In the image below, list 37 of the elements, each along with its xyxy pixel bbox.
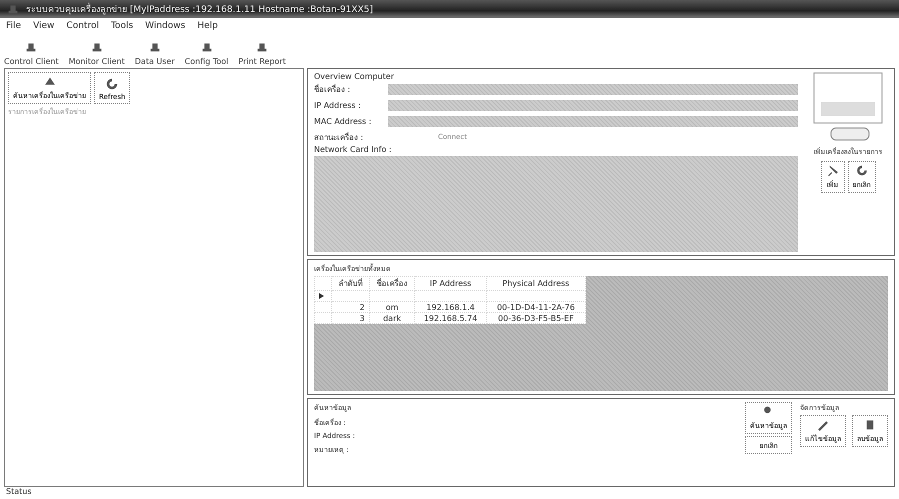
menu-item[interactable]: Windows <box>145 21 186 31</box>
refresh-icon <box>105 77 120 91</box>
column-header[interactable]: Physical Address <box>486 276 586 290</box>
refresh-icon <box>854 164 868 177</box>
computer-icon <box>813 72 883 142</box>
toolbar-button[interactable]: Print Report <box>238 40 286 66</box>
table-cell: 192.168.1.4 <box>414 302 486 312</box>
field-label: สถานะเครื่อง : <box>314 131 364 144</box>
table-cell: 00-36-D3-F5-B5-EF <box>486 312 586 324</box>
status-text: Status <box>5 487 32 498</box>
field-label: IP Address : <box>314 100 362 110</box>
menu-item[interactable]: Tools <box>110 21 134 31</box>
table-cell: om <box>369 302 415 312</box>
text-field[interactable] <box>388 84 798 94</box>
toolbar-button[interactable]: Data User <box>134 40 175 66</box>
column-header[interactable]: IP Address <box>414 276 486 290</box>
field-label: MAC Address : <box>314 116 372 126</box>
column-header[interactable]: ชื่อเครื่อง <box>369 276 415 290</box>
section-title: Overview Computer <box>314 72 395 81</box>
window-title: ระบบควบคุมเครื่องลูกข่าย [MyIPaddress :192.168.1.11 Hostname :Botan-91XX5] <box>26 2 373 16</box>
table-cell: dark <box>369 312 415 324</box>
toolbar-button[interactable]: Monitor Client <box>68 40 125 66</box>
text-field[interactable] <box>388 100 798 110</box>
menu-item[interactable]: Help <box>197 21 218 31</box>
toolbar-button[interactable]: Control Client <box>4 40 59 66</box>
toolbar-button[interactable]: Config Tool <box>184 40 228 66</box>
table-cell: 192.168.5.74 <box>414 312 486 324</box>
menu-item[interactable]: View <box>33 21 54 31</box>
field-label: ชื่อเครื่อง : <box>314 83 352 96</box>
menu-item[interactable]: Control <box>66 21 99 31</box>
menu-item[interactable]: File <box>6 21 22 31</box>
table-cell: 3 <box>332 312 370 324</box>
text-field[interactable] <box>388 116 798 126</box>
table-cell: 2 <box>332 302 370 312</box>
column-header[interactable]: ลำดับที่ <box>332 276 370 290</box>
field-label: Network Card Info : <box>314 145 393 154</box>
table-cell: 00-1D-D4-11-2A-76 <box>486 302 586 312</box>
